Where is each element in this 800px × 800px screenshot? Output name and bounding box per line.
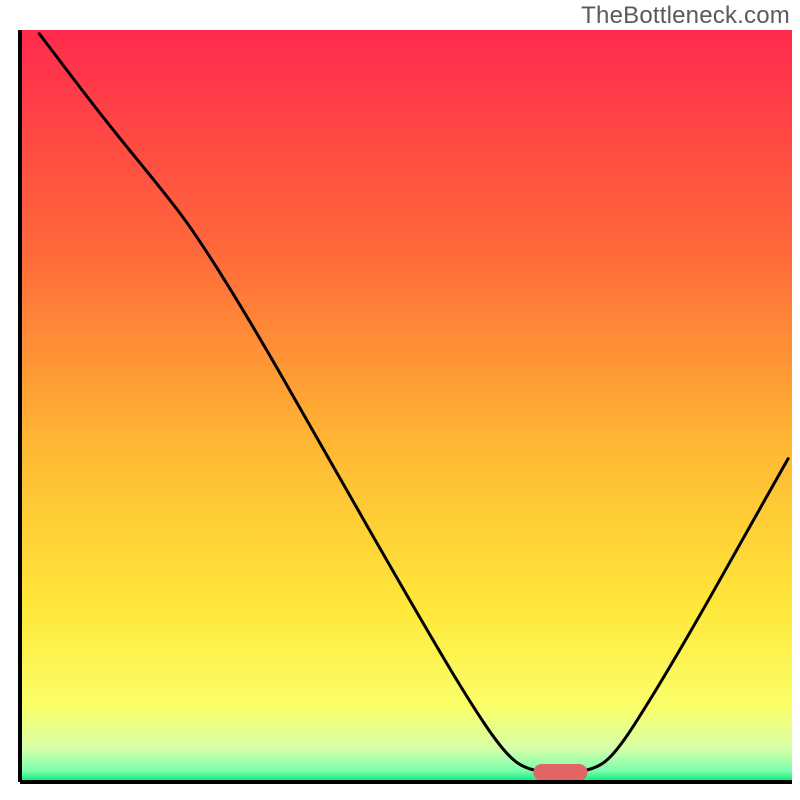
optimal-marker — [533, 764, 587, 781]
chart-background — [20, 30, 792, 782]
chart-container: TheBottleneck.com — [0, 0, 800, 800]
watermark-label: TheBottleneck.com — [581, 2, 790, 30]
chart-svg — [0, 0, 800, 800]
